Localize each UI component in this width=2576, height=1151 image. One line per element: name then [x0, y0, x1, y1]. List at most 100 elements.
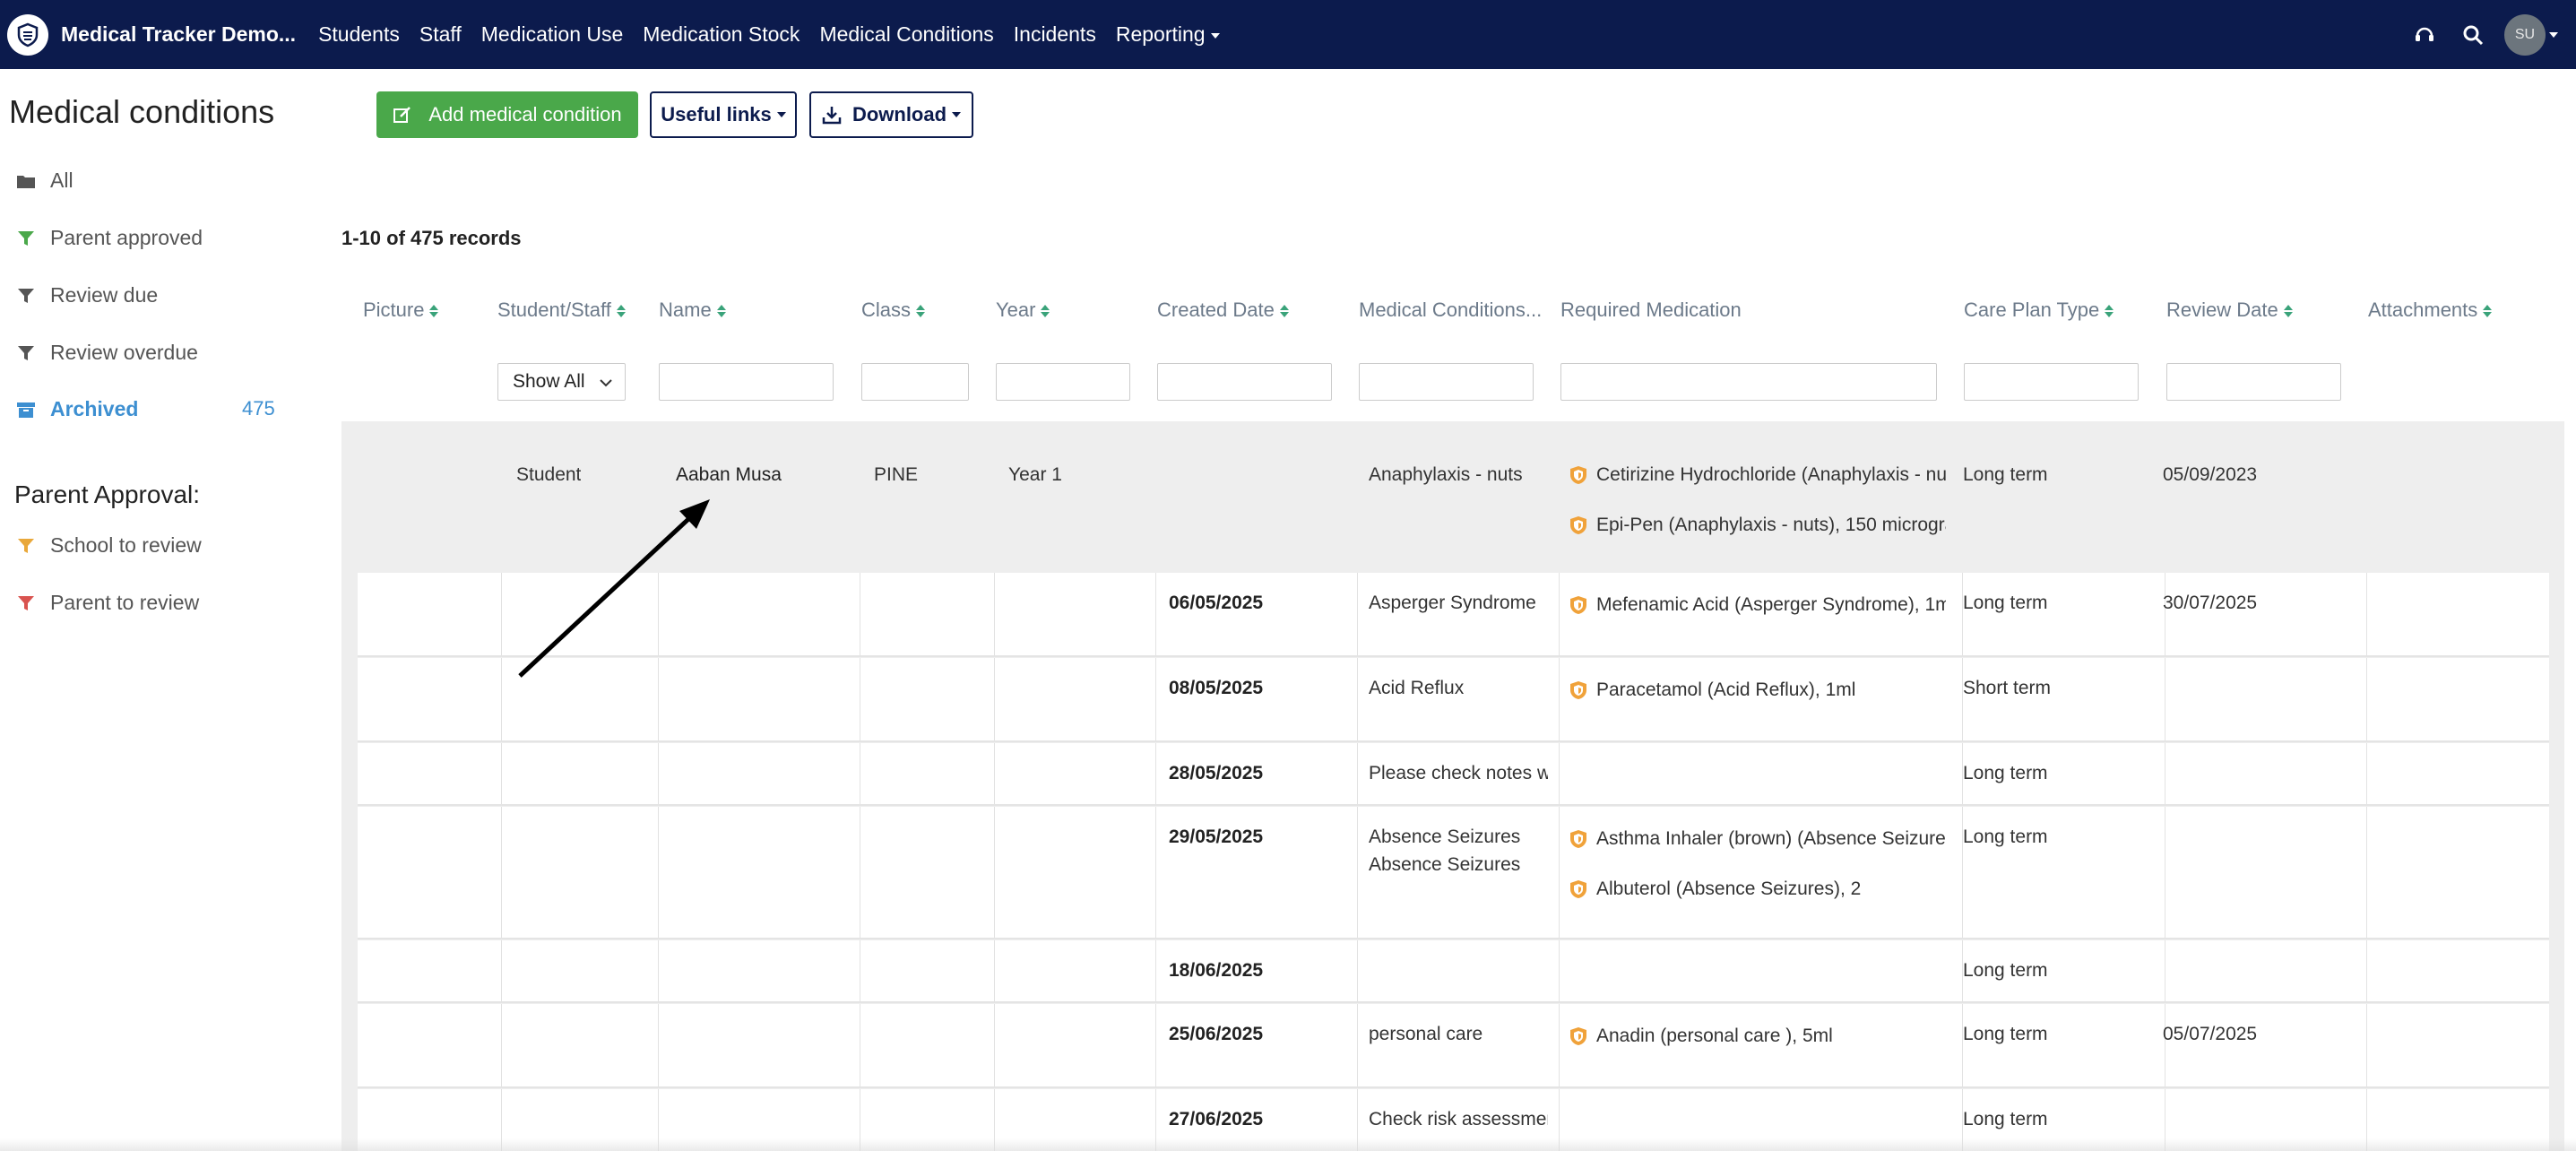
- brand-name[interactable]: Medical Tracker Demo...: [61, 22, 296, 47]
- filter-icon: [16, 286, 36, 306]
- sidebar-item-school-to-review[interactable]: School to review: [16, 533, 202, 558]
- header-label: Class: [861, 299, 912, 321]
- review-date-filter-input[interactable]: [2166, 363, 2341, 401]
- sort-icon: [429, 305, 439, 318]
- filter-icon: [16, 593, 36, 613]
- cell-condition: Check risk assessmer: [1369, 1109, 1548, 1129]
- filter-icon: [16, 536, 36, 556]
- header-required-medication: Required Medication: [1560, 299, 1742, 321]
- add-medical-condition-button[interactable]: Add medical condition: [376, 91, 638, 138]
- sidebar-item-archived[interactable]: Archived: [16, 397, 138, 421]
- avatar[interactable]: SU: [2504, 13, 2546, 56]
- table-row[interactable]: 29/05/2025 Absence Seizures Absence Seiz…: [358, 807, 2549, 939]
- medication-filter-input[interactable]: [1560, 363, 1937, 401]
- cell-review-date: 05/07/2025: [2163, 1024, 2258, 1044]
- nav-medication-use[interactable]: Medication Use: [481, 22, 624, 47]
- useful-links-button[interactable]: Useful links: [650, 91, 797, 138]
- cell-created-date: 25/06/2025: [1169, 1024, 1264, 1044]
- header-care-plan-type[interactable]: Care Plan Type: [1964, 299, 2114, 322]
- nav-medical-conditions[interactable]: Medical Conditions: [819, 22, 993, 47]
- support-icon[interactable]: [2411, 22, 2438, 48]
- name-filter-input[interactable]: [659, 363, 834, 401]
- sidebar-item-all[interactable]: All: [16, 169, 73, 193]
- header-label: Attachments: [2368, 299, 2478, 321]
- chevron-down-icon[interactable]: [2549, 31, 2558, 38]
- download-label: Download: [851, 103, 947, 125]
- useful-links-label: Useful links: [661, 103, 772, 125]
- table-row[interactable]: 25/06/2025 personal care Anadin (persona…: [358, 1004, 2549, 1088]
- medication-label: Asthma Inhaler (brown) (Absence Seizures…: [1596, 828, 1946, 849]
- sort-icon: [2483, 305, 2493, 318]
- medication-item: Mefenamic Acid (Asperger Syndrome), 1ml: [1569, 594, 1946, 616]
- header-student-staff[interactable]: Student/Staff: [497, 299, 626, 322]
- sort-icon: [2283, 305, 2293, 318]
- sort-icon: [1279, 305, 1289, 318]
- medication-item: Paracetamol (Acid Reflux), 1ml: [1569, 679, 1946, 701]
- nav-reporting-label: Reporting: [1115, 22, 1206, 46]
- cell-condition: Absence Seizures: [1369, 826, 1521, 847]
- header-created-date[interactable]: Created Date: [1157, 299, 1289, 322]
- archived-count: 475: [242, 397, 275, 420]
- header-year[interactable]: Year: [996, 299, 1050, 322]
- header-attachments[interactable]: Attachments: [2368, 299, 2493, 322]
- medication-item: Anadin (personal care ), 5ml: [1569, 1026, 1946, 1047]
- nav-incidents[interactable]: Incidents: [1014, 22, 1096, 47]
- student-staff-filter-select[interactable]: Show All: [497, 363, 626, 401]
- table-row[interactable]: 18/06/2025 Long term: [358, 940, 2549, 1003]
- shield-icon: [1570, 830, 1586, 848]
- nav-students[interactable]: Students: [318, 22, 400, 47]
- sort-icon: [916, 305, 926, 318]
- medication-item: Epi-Pen (Anaphylaxis - nuts), 150 microg…: [1569, 515, 1946, 536]
- chevron-down-icon: [1210, 32, 1220, 39]
- cell-condition: Asperger Syndrome: [1369, 593, 1536, 613]
- brand-logo-icon[interactable]: [7, 13, 48, 56]
- cell-created-date: 08/05/2025: [1169, 678, 1264, 698]
- nav-staff[interactable]: Staff: [419, 22, 462, 47]
- nav-medication-stock[interactable]: Medication Stock: [643, 22, 800, 47]
- sidebar-item-review-due[interactable]: Review due: [16, 283, 158, 307]
- page-title: Medical conditions: [9, 93, 275, 130]
- sidebar-item-parent-to-review[interactable]: Parent to review: [16, 591, 199, 615]
- year-filter-input[interactable]: [996, 363, 1130, 401]
- cell-created-date: 28/05/2025: [1169, 763, 1264, 783]
- header-review-date[interactable]: Review Date: [2166, 299, 2293, 322]
- header-picture[interactable]: Picture: [363, 299, 439, 322]
- class-filter-input[interactable]: [861, 363, 969, 401]
- nav-right: SU: [2400, 0, 2558, 69]
- conditions-filter-input[interactable]: [1359, 363, 1534, 401]
- created-date-filter-input[interactable]: [1157, 363, 1332, 401]
- bottom-fade: [0, 1138, 2576, 1151]
- table-row[interactable]: Student Aaban Musa PINE Year 1 Anaphylax…: [341, 421, 2564, 571]
- cell-condition: Acid Reflux: [1369, 678, 1465, 698]
- cell-condition-secondary: Absence Seizures: [1369, 854, 1521, 875]
- header-name[interactable]: Name: [659, 299, 726, 322]
- care-plan-filter-input[interactable]: [1964, 363, 2139, 401]
- medication-label: Paracetamol (Acid Reflux), 1ml: [1596, 679, 1856, 700]
- cell-condition: Please check notes wi: [1369, 763, 1548, 783]
- cell-condition: personal care: [1369, 1024, 1483, 1044]
- nav-reporting[interactable]: Reporting: [1116, 22, 1220, 47]
- cell-name[interactable]: Aaban Musa: [676, 464, 782, 486]
- table-row[interactable]: 08/05/2025 Acid Reflux Paracetamol (Acid…: [358, 658, 2549, 742]
- header-medical-conditions[interactable]: Medical Conditions...: [1359, 299, 1542, 322]
- sort-icon: [1041, 305, 1050, 318]
- filter-select-value: Show All: [513, 371, 585, 392]
- sidebar-item-label: Review due: [50, 283, 159, 307]
- download-button[interactable]: Download: [809, 91, 973, 138]
- table-row[interactable]: 06/05/2025 Asperger Syndrome Mefenamic A…: [358, 573, 2549, 657]
- chevron-down-icon: [952, 112, 962, 117]
- header-label: Created Date: [1157, 299, 1275, 321]
- archive-icon: [16, 400, 36, 420]
- cell-created-date: 27/06/2025: [1169, 1109, 1264, 1129]
- cell-class: PINE: [874, 464, 919, 485]
- table-row[interactable]: 28/05/2025 Please check notes wi Long te…: [358, 743, 2549, 806]
- header-class[interactable]: Class: [861, 299, 926, 322]
- sidebar-item-review-overdue[interactable]: Review overdue: [16, 341, 198, 365]
- medication-label: Epi-Pen (Anaphylaxis - nuts), 150 microg…: [1596, 515, 1946, 535]
- search-icon[interactable]: [2459, 22, 2486, 48]
- sidebar-item-parent-approved[interactable]: Parent approved: [16, 226, 203, 250]
- medication-item: Cetirizine Hydrochloride (Anaphylaxis - …: [1569, 464, 1946, 486]
- cell-care-plan: Long term: [1963, 593, 2048, 613]
- cell-care-plan: Long term: [1963, 1024, 2048, 1044]
- cell-created-date: 06/05/2025: [1169, 593, 1264, 613]
